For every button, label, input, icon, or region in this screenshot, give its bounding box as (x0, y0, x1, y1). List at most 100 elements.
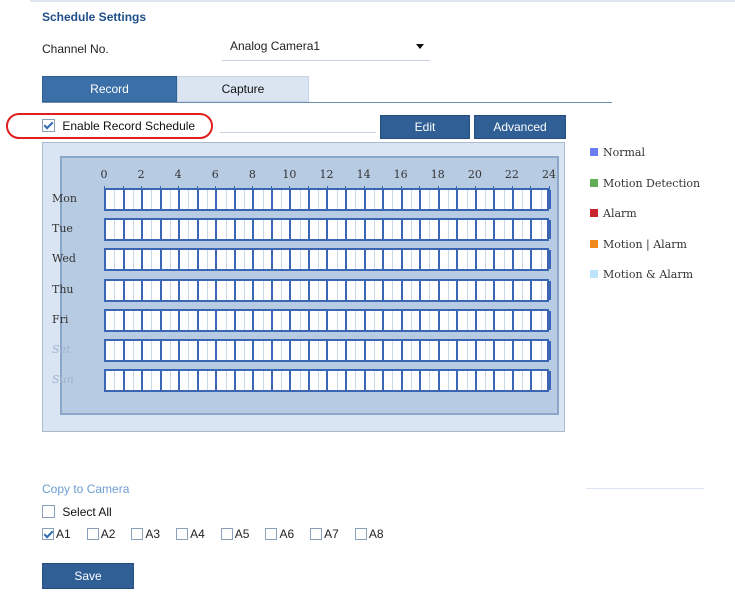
schedule-half-hour-cell[interactable] (440, 310, 450, 330)
schedule-half-hour-cell[interactable] (217, 310, 227, 330)
select-all-checkbox[interactable] (42, 505, 55, 519)
schedule-half-hour-cell[interactable] (347, 371, 357, 391)
schedule-half-hour-cell[interactable] (329, 280, 338, 300)
schedule-hour-cell[interactable] (273, 310, 292, 330)
schedule-hour-cell[interactable] (180, 371, 199, 391)
schedule-half-hour-cell[interactable] (347, 250, 357, 270)
schedule-hour-cell[interactable] (477, 310, 496, 330)
schedule-hour-cell[interactable] (143, 371, 162, 391)
schedule-hour-cell[interactable] (458, 190, 477, 209)
schedule-half-hour-cell[interactable] (440, 371, 450, 391)
channel-select[interactable]: Analog Camera1 (222, 36, 430, 56)
schedule-hour-cell[interactable] (495, 310, 514, 330)
schedule-half-hour-cell[interactable] (532, 341, 542, 360)
schedule-half-hour-cell[interactable] (421, 250, 431, 270)
schedule-half-hour-cell[interactable] (125, 220, 134, 240)
camera-option[interactable]: A4 (176, 526, 205, 541)
schedule-hour-cell[interactable] (180, 341, 199, 360)
schedule-hour-cell[interactable] (199, 280, 218, 300)
schedule-hour-cell[interactable] (310, 371, 329, 391)
schedule-hour-cell[interactable] (477, 220, 496, 240)
schedule-half-hour-cell[interactable] (403, 371, 412, 391)
schedule-half-hour-cell[interactable] (495, 341, 505, 360)
schedule-half-hour-cell[interactable] (162, 310, 171, 330)
schedule-hour-cell[interactable] (403, 190, 422, 209)
schedule-half-hour-cell[interactable] (291, 310, 301, 330)
schedule-hour-cell[interactable] (384, 310, 403, 330)
schedule-half-hour-cell[interactable] (254, 371, 264, 391)
schedule-half-hour-cell[interactable] (421, 310, 431, 330)
schedule-half-hour-cell[interactable] (162, 280, 171, 300)
schedule-half-hour-cell[interactable] (236, 310, 246, 330)
schedule-hour-cell[interactable] (366, 341, 385, 360)
schedule-hour-cell[interactable] (421, 310, 440, 330)
schedule-half-hour-cell[interactable] (384, 280, 394, 300)
schedule-half-hour-cell[interactable] (384, 220, 394, 240)
schedule-hour-cell[interactable] (291, 190, 310, 209)
schedule-half-hour-cell[interactable] (125, 371, 134, 391)
schedule-hour-cell[interactable] (403, 250, 422, 270)
schedule-half-hour-cell[interactable] (106, 310, 116, 330)
schedule-half-hour-cell[interactable] (421, 371, 431, 391)
schedule-hour-cell[interactable] (514, 341, 533, 360)
schedule-half-hour-cell[interactable] (347, 280, 357, 300)
schedule-hour-cell[interactable] (329, 250, 348, 270)
schedule-half-hour-cell[interactable] (495, 310, 505, 330)
schedule-hour-cell[interactable] (440, 250, 459, 270)
schedule-half-hour-cell[interactable] (421, 190, 431, 209)
schedule-hour-cell[interactable] (162, 220, 181, 240)
schedule-hour-cell[interactable] (125, 250, 144, 270)
schedule-hour-cell[interactable] (254, 341, 273, 360)
schedule-hour-cell[interactable] (384, 371, 403, 391)
schedule-half-hour-cell[interactable] (180, 250, 190, 270)
schedule-hour-cell[interactable] (329, 280, 348, 300)
schedule-hour-cell[interactable] (143, 341, 162, 360)
edit-button[interactable]: Edit (380, 115, 470, 139)
schedule-hour-cell[interactable] (347, 280, 366, 300)
schedule-half-hour-cell[interactable] (440, 220, 450, 240)
schedule-hour-cell[interactable] (366, 371, 385, 391)
schedule-half-hour-cell[interactable] (236, 280, 246, 300)
schedule-half-hour-cell[interactable] (514, 190, 524, 209)
schedule-half-hour-cell[interactable] (329, 250, 338, 270)
schedule-half-hour-cell[interactable] (532, 310, 542, 330)
schedule-half-hour-cell[interactable] (254, 341, 264, 360)
schedule-hour-cell[interactable] (347, 190, 366, 209)
schedule-half-hour-cell[interactable] (384, 190, 394, 209)
camera-checkbox[interactable] (310, 527, 323, 540)
schedule-hour-cell[interactable] (254, 190, 273, 209)
schedule-hour-cell[interactable] (514, 310, 533, 330)
schedule-hour-cell[interactable] (236, 371, 255, 391)
schedule-hour-cell[interactable] (199, 220, 218, 240)
schedule-hour-cell[interactable] (421, 341, 440, 360)
schedule-half-hour-cell[interactable] (366, 250, 375, 270)
schedule-half-hour-cell[interactable] (458, 341, 468, 360)
schedule-half-hour-cell[interactable] (347, 341, 357, 360)
schedule-hour-cell[interactable] (199, 310, 218, 330)
schedule-hour-cell[interactable] (106, 220, 125, 240)
schedule-hour-cell[interactable] (532, 190, 551, 209)
schedule-hour-cell[interactable] (106, 371, 125, 391)
schedule-half-hour-cell[interactable] (217, 280, 227, 300)
schedule-half-hour-cell[interactable] (236, 190, 246, 209)
schedule-hour-cell[interactable] (236, 220, 255, 240)
schedule-half-hour-cell[interactable] (143, 310, 153, 330)
schedule-hour-cell[interactable] (310, 250, 329, 270)
schedule-half-hour-cell[interactable] (236, 341, 246, 360)
schedule-half-hour-cell[interactable] (366, 280, 375, 300)
schedule-half-hour-cell[interactable] (310, 250, 320, 270)
schedule-half-hour-cell[interactable] (384, 341, 394, 360)
schedule-hour-cell[interactable] (458, 341, 477, 360)
schedule-hour-cell[interactable] (366, 190, 385, 209)
schedule-half-hour-cell[interactable] (106, 190, 116, 209)
schedule-hour-cell[interactable] (366, 310, 385, 330)
schedule-hour-cell[interactable] (125, 341, 144, 360)
schedule-hour-cell[interactable] (514, 190, 533, 209)
schedule-hour-cell[interactable] (384, 220, 403, 240)
schedule-hour-cell[interactable] (217, 310, 236, 330)
camera-option[interactable]: A1 (42, 526, 71, 541)
schedule-hour-cell[interactable] (310, 190, 329, 209)
schedule-hour-cell[interactable] (440, 341, 459, 360)
schedule-hour-cell[interactable] (384, 190, 403, 209)
schedule-hour-cell[interactable] (495, 250, 514, 270)
